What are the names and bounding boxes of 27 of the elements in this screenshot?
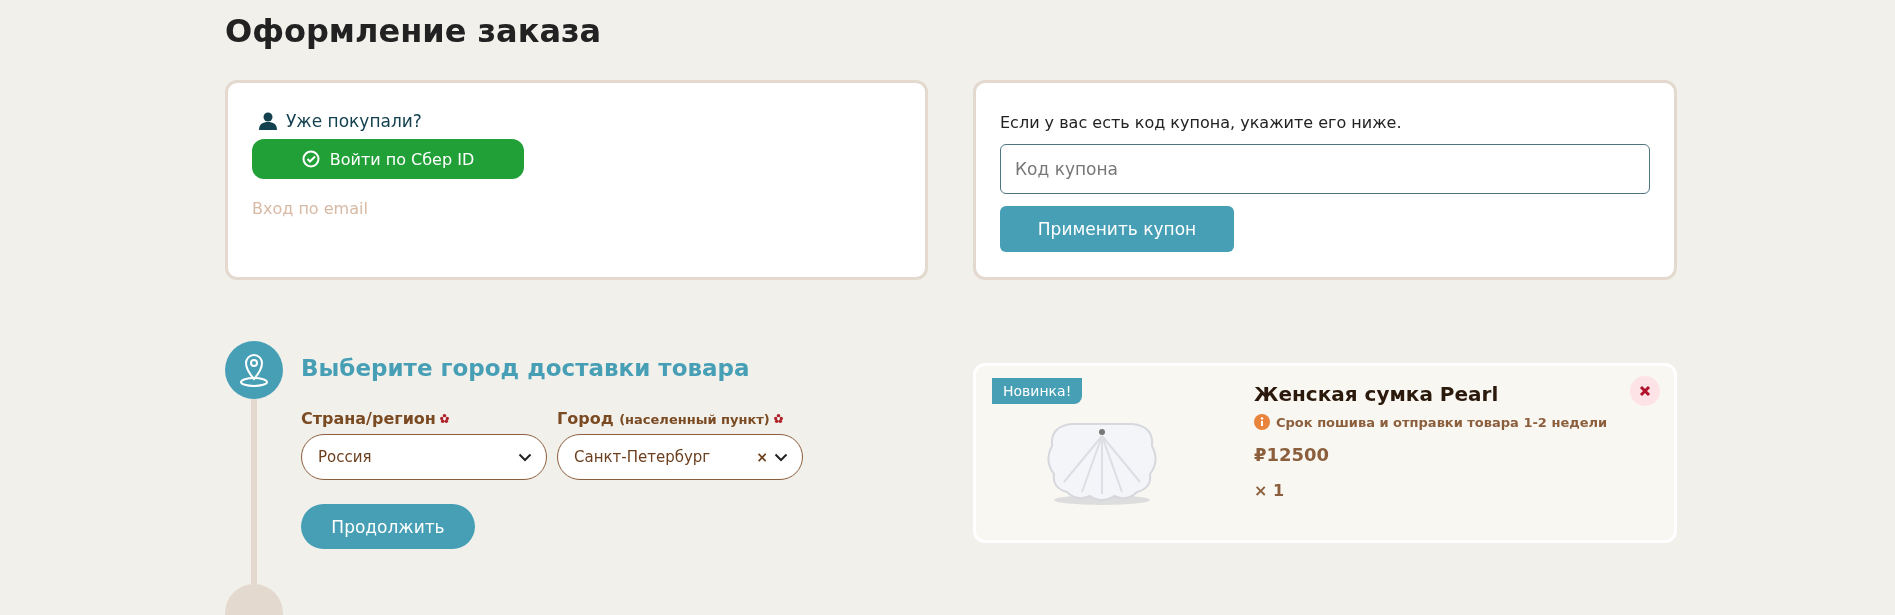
- remove-button[interactable]: [1630, 376, 1660, 406]
- user-icon: [258, 112, 278, 130]
- product-price: ₽12500: [1254, 444, 1331, 465]
- new-badge: Новинка!: [992, 378, 1083, 404]
- field-label: Город (населенный пункт): [557, 409, 770, 428]
- product-name: Женская сумка Pearl: [1254, 382, 1500, 406]
- clear-button[interactable]: ×: [756, 449, 768, 465]
- production-notice: Срок пошива и отправки товара 1-2 недели: [1276, 414, 1608, 430]
- field-label: Страна/регион: [301, 409, 436, 428]
- continue-button[interactable]: Продолжить: [301, 504, 475, 549]
- login-prompt: Уже покупали?: [286, 111, 422, 131]
- sber-login-button[interactable]: Войти по Сбер ID: [252, 139, 524, 179]
- city-select[interactable]: Санкт-Петербург ×: [557, 434, 803, 480]
- location-pin-icon: [238, 352, 270, 388]
- info-icon: [1254, 414, 1270, 430]
- product-quantity: × 1: [1254, 481, 1286, 500]
- close-icon: [1639, 385, 1651, 397]
- country-select[interactable]: Россия: [301, 434, 547, 480]
- page-title: Оформление заказа: [225, 12, 603, 52]
- coupon-input[interactable]: Код купона: [1000, 144, 1650, 194]
- chevron-down-icon: [518, 452, 532, 462]
- step-title: Выберите город доставки товара: [301, 355, 751, 381]
- apply-coupon-button[interactable]: Применить купон: [1000, 206, 1234, 252]
- check-circle-icon: [301, 150, 320, 168]
- chevron-down-icon: [774, 452, 788, 462]
- email-login-link[interactable]: Вход по email: [252, 199, 368, 218]
- coupon-hint: Если у вас есть код купона, укажите его ниже.: [1000, 113, 1403, 132]
